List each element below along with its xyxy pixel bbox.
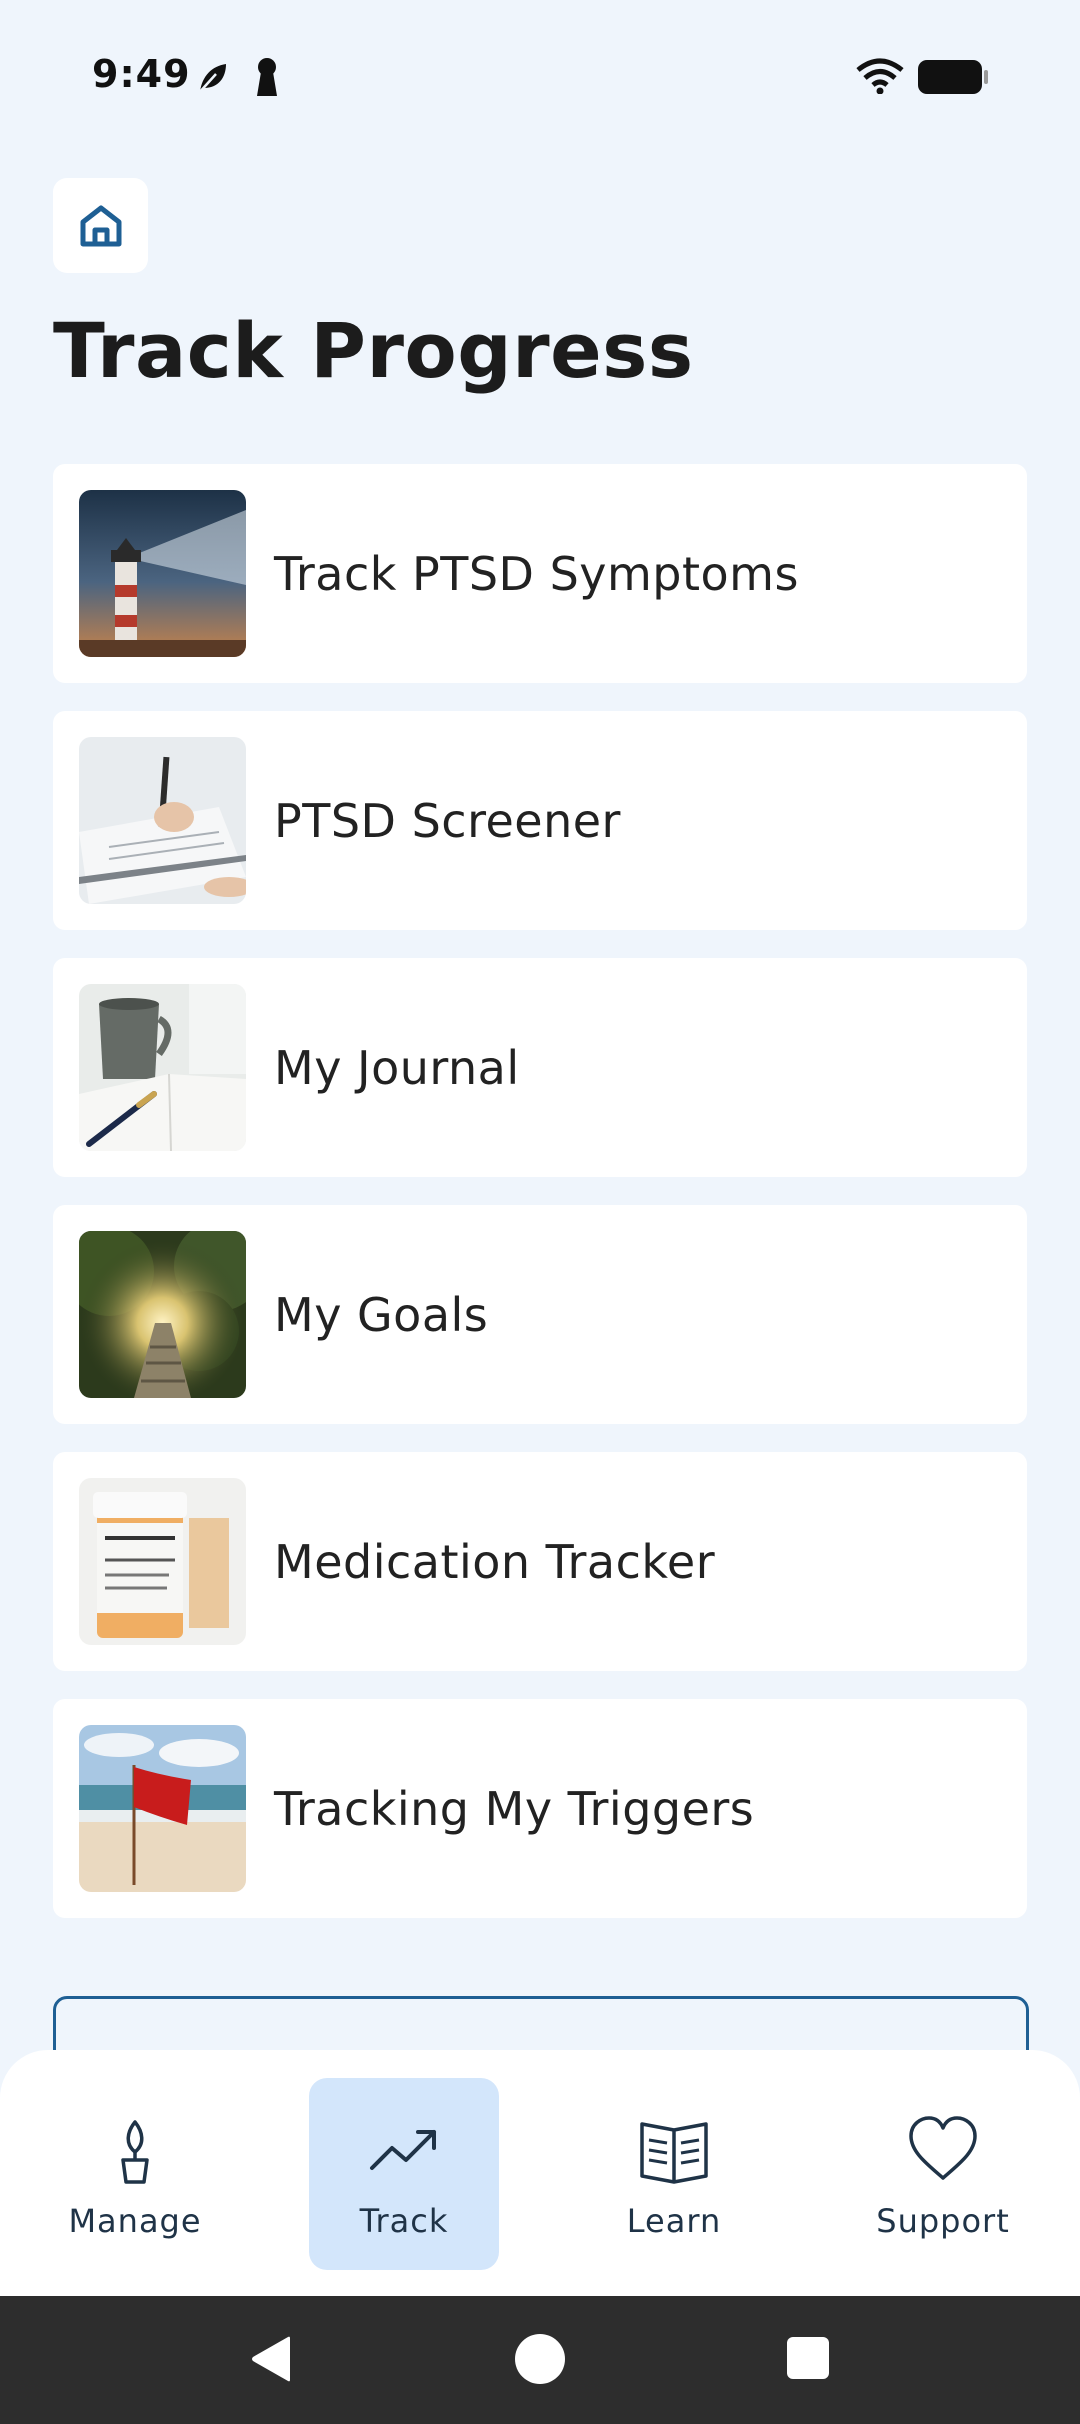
bottom-nav: Manage Track Learn Support [0, 2050, 1080, 2296]
item-label: Track PTSD Symptoms [274, 546, 799, 601]
nav-tab-manage[interactable]: Manage [40, 2078, 230, 2270]
pill-bottles-image [79, 1478, 246, 1645]
page-title: Track Progress [53, 306, 694, 395]
item-label: PTSD Screener [274, 793, 621, 848]
status-bar: 9:49 [0, 0, 1080, 150]
list-item-ptsd-screener[interactable]: PTSD Screener [53, 711, 1027, 930]
list-item-track-ptsd-symptoms[interactable]: Track PTSD Symptoms [53, 464, 1027, 683]
forest-path-image [79, 1231, 246, 1398]
nav-tab-track[interactable]: Track [309, 2078, 499, 2270]
status-time: 9:49 [92, 52, 191, 96]
wifi-icon [856, 58, 904, 94]
clipboard-writing-image [79, 737, 246, 904]
nav-label: Support [876, 2202, 1010, 2240]
keyhole-icon [257, 58, 277, 96]
nav-label: Track [359, 2202, 449, 2240]
track-options-list: Track PTSD Symptoms PTSD Screener My Jou… [53, 464, 1027, 1946]
list-item-my-goals[interactable]: My Goals [53, 1205, 1027, 1424]
list-item-medication-tracker[interactable]: Medication Tracker [53, 1452, 1027, 1671]
list-item-my-journal[interactable]: My Journal [53, 958, 1027, 1177]
item-label: Tracking My Triggers [274, 1781, 755, 1836]
mug-notebook-image [79, 984, 246, 1151]
nav-label: Learn [626, 2202, 722, 2240]
lighthouse-image [79, 490, 246, 657]
recents-square-icon[interactable] [787, 2337, 829, 2379]
nav-label: Manage [68, 2202, 202, 2240]
home-button[interactable] [53, 178, 148, 273]
system-nav-bar [0, 2296, 1080, 2424]
battery-icon [918, 60, 988, 94]
nav-tab-support[interactable]: Support [848, 2078, 1038, 2270]
plant-pot-icon [121, 2120, 149, 2184]
track-progress-screen: 9:49 Track Progress Track PTSD Symptoms … [0, 0, 1080, 2424]
heart-icon [909, 2116, 977, 2180]
item-label: Medication Tracker [274, 1534, 716, 1589]
home-icon [80, 205, 121, 246]
nav-tab-learn[interactable]: Learn [579, 2078, 769, 2270]
open-book-icon [640, 2122, 708, 2184]
red-flag-beach-image [79, 1725, 246, 1892]
leaf-icon [197, 64, 226, 95]
item-label: My Journal [274, 1040, 520, 1095]
back-icon[interactable] [248, 2334, 294, 2384]
trend-chart-icon [370, 2130, 436, 2170]
home-circle-icon[interactable] [515, 2334, 565, 2384]
list-item-tracking-my-triggers[interactable]: Tracking My Triggers [53, 1699, 1027, 1918]
item-label: My Goals [274, 1287, 489, 1342]
